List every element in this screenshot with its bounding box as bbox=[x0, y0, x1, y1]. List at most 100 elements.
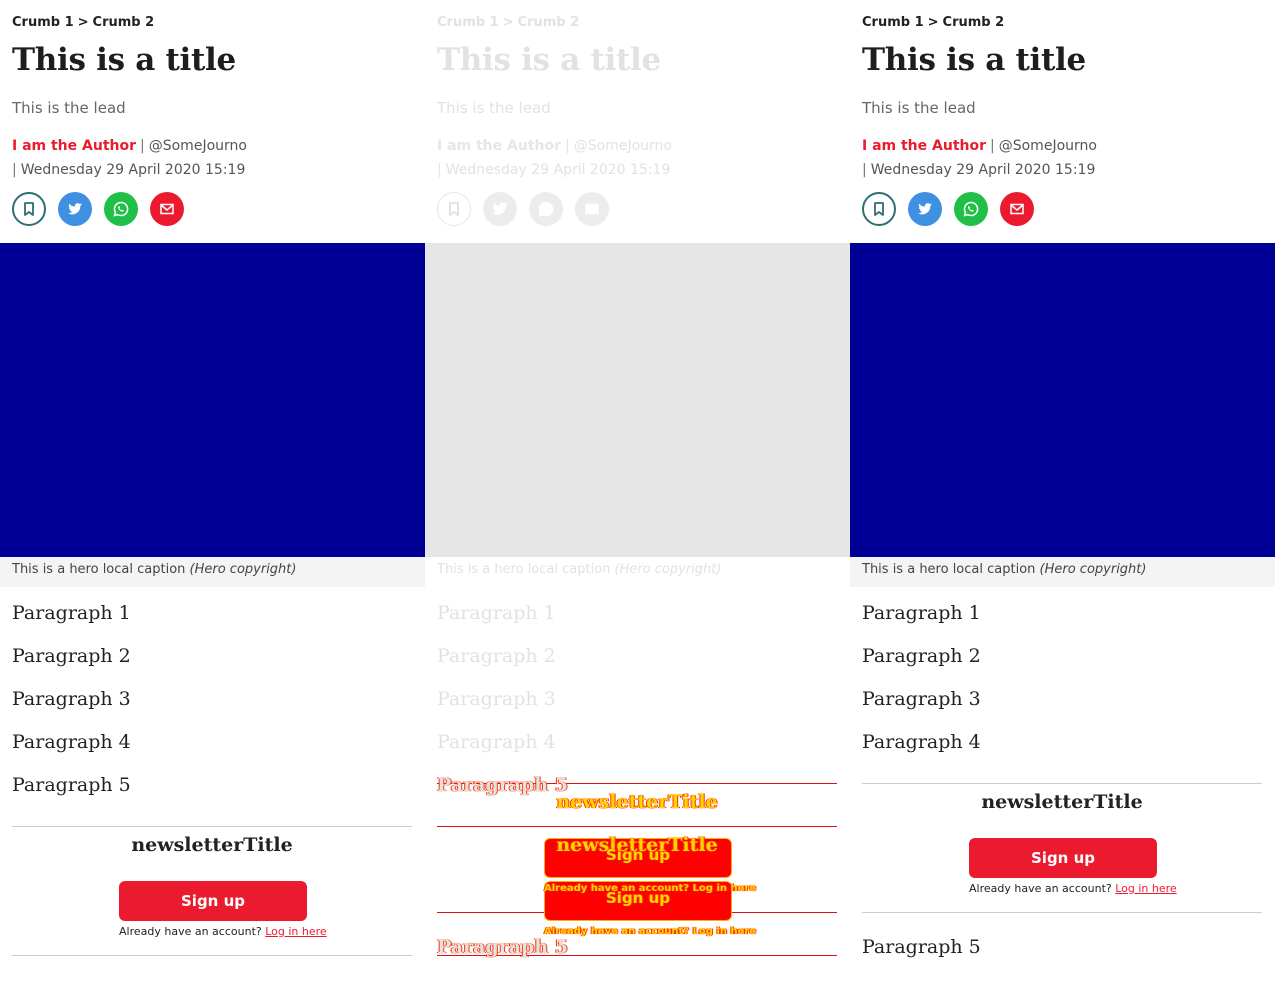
whatsapp-icon bbox=[113, 201, 129, 217]
author-link[interactable]: I am the Author bbox=[437, 138, 561, 154]
paragraph: Paragraph 3 bbox=[12, 688, 131, 710]
whatsapp-share-button[interactable] bbox=[954, 192, 988, 226]
email-icon bbox=[160, 203, 174, 215]
article-variant-2: Crumb 1 > Crumb 2 This is a title This is … bbox=[425, 0, 850, 996]
whatsapp-share-button[interactable] bbox=[529, 192, 563, 226]
divider bbox=[862, 783, 1262, 784]
caption-text: This is a hero local caption bbox=[437, 562, 611, 577]
email-icon bbox=[585, 203, 599, 215]
login-prompt-text: Already have an account? bbox=[544, 883, 690, 894]
caption-text: This is a hero local caption bbox=[862, 562, 1036, 577]
publish-date: Wednesday 29 April 2020 15:19 bbox=[445, 162, 671, 178]
article-lead: This is the lead bbox=[437, 99, 551, 117]
bookmark-button[interactable] bbox=[437, 192, 471, 226]
article-lead: This is the lead bbox=[862, 99, 976, 117]
paragraph: Paragraph 4 bbox=[12, 731, 131, 753]
twitter-share-button[interactable] bbox=[58, 192, 92, 226]
login-prompt-text: Already have an account? bbox=[119, 925, 262, 938]
hero-caption: This is a hero local caption (Hero copyr… bbox=[862, 562, 1146, 577]
paragraph: Paragraph 3 bbox=[437, 688, 556, 710]
paragraph: Paragraph 1 bbox=[12, 602, 131, 624]
byline-separator: | bbox=[437, 162, 442, 178]
breadcrumb-separator: > bbox=[77, 15, 89, 30]
signup-label: Sign up bbox=[606, 846, 670, 864]
byline-separator: | bbox=[140, 138, 145, 154]
bookmark-button[interactable] bbox=[862, 192, 896, 226]
share-bar bbox=[862, 192, 1034, 226]
email-share-button[interactable] bbox=[150, 192, 184, 226]
newsletter-title: newsletterTitle bbox=[131, 834, 293, 856]
publish-date: Wednesday 29 April 2020 15:19 bbox=[20, 162, 246, 178]
article-lead: This is the lead bbox=[12, 99, 126, 117]
email-share-button[interactable] bbox=[1000, 192, 1034, 226]
paragraph: Paragraph 3 bbox=[862, 688, 981, 710]
breadcrumb-item[interactable]: Crumb 2 bbox=[943, 15, 1005, 30]
divider bbox=[862, 912, 1262, 913]
email-share-button[interactable] bbox=[575, 192, 609, 226]
author-handle[interactable]: @SomeJourno bbox=[999, 138, 1097, 154]
breadcrumb-item[interactable]: Crumb 1 bbox=[862, 15, 924, 30]
hero-copyright: (Hero copyright) bbox=[1039, 562, 1147, 577]
byline-separator: | bbox=[990, 138, 995, 154]
login-prompt: Already have an account? Log in here bbox=[544, 883, 756, 894]
divider bbox=[437, 826, 837, 827]
login-link[interactable]: Log in here bbox=[693, 883, 757, 894]
login-link[interactable]: Log in here bbox=[693, 926, 757, 937]
twitter-icon bbox=[918, 203, 932, 215]
newsletter-title: newsletterTitle bbox=[981, 791, 1143, 813]
twitter-share-button[interactable] bbox=[483, 192, 517, 226]
breadcrumb-separator: > bbox=[502, 15, 514, 30]
login-prompt-text: Already have an account? bbox=[969, 882, 1112, 895]
byline-separator: | bbox=[862, 162, 867, 178]
hero-caption: This is a hero local caption (Hero copyr… bbox=[437, 562, 721, 577]
breadcrumb: Crumb 1 > Crumb 2 bbox=[862, 15, 1004, 30]
page-title: This is a title bbox=[437, 42, 661, 78]
login-prompt: Already have an account? Log in here bbox=[544, 926, 756, 937]
breadcrumb: Crumb 1 > Crumb 2 bbox=[12, 15, 154, 30]
breadcrumb-item[interactable]: Crumb 1 bbox=[12, 15, 74, 30]
twitter-share-button[interactable] bbox=[908, 192, 942, 226]
bookmark-icon bbox=[24, 202, 34, 216]
twitter-icon bbox=[492, 202, 508, 215]
hero-image-placeholder bbox=[425, 243, 850, 557]
hero-image bbox=[850, 243, 1275, 557]
signup-button[interactable]: Sign up bbox=[119, 881, 307, 921]
author-link[interactable]: I am the Author bbox=[862, 138, 986, 154]
whatsapp-share-button[interactable] bbox=[104, 192, 138, 226]
share-bar bbox=[12, 192, 184, 226]
paragraph: Paragraph 4 bbox=[437, 731, 556, 753]
hero-copyright: (Hero copyright) bbox=[614, 562, 722, 577]
email-icon bbox=[1010, 203, 1024, 215]
paragraph: Paragraph 1 bbox=[862, 602, 981, 624]
paragraph: Paragraph 1 bbox=[437, 602, 556, 624]
signup-button[interactable]: Sign up bbox=[969, 838, 1157, 878]
paragraph: Paragraph 2 bbox=[12, 645, 131, 667]
login-prompt: Already have an account? Log in here bbox=[969, 882, 1177, 895]
whatsapp-icon bbox=[963, 201, 979, 217]
breadcrumb-item[interactable]: Crumb 2 bbox=[93, 15, 155, 30]
author-handle[interactable]: @SomeJourno bbox=[149, 138, 247, 154]
breadcrumb-separator: > bbox=[927, 15, 939, 30]
hero-caption: This is a hero local caption (Hero copyr… bbox=[12, 562, 296, 577]
newsletter-title: newsletterTitle bbox=[556, 791, 718, 813]
divider bbox=[12, 955, 412, 956]
bookmark-icon bbox=[874, 202, 884, 216]
byline-separator: | bbox=[12, 162, 17, 178]
page-title: This is a title bbox=[12, 42, 236, 78]
login-link[interactable]: Log in here bbox=[265, 925, 326, 938]
divider bbox=[12, 826, 412, 827]
bookmark-icon bbox=[449, 202, 459, 217]
byline: I am the Author | @SomeJourno | Wednesday 2… bbox=[12, 134, 412, 182]
login-link[interactable]: Log in here bbox=[1115, 882, 1176, 895]
article-variant-3: Crumb 1 > Crumb 2 This is a title This is … bbox=[850, 0, 1275, 996]
breadcrumb-item[interactable]: Crumb 1 bbox=[437, 15, 499, 30]
publish-date: Wednesday 29 April 2020 15:19 bbox=[870, 162, 1096, 178]
bookmark-button[interactable] bbox=[12, 192, 46, 226]
author-handle[interactable]: @SomeJourno bbox=[574, 138, 672, 154]
breadcrumb-item[interactable]: Crumb 2 bbox=[518, 15, 580, 30]
byline: I am the Author | @SomeJourno | Wednesday 2… bbox=[862, 134, 1262, 182]
byline-separator: | bbox=[565, 138, 570, 154]
breadcrumb: Crumb 1 > Crumb 2 bbox=[437, 15, 579, 30]
paragraph: Paragraph 5 bbox=[437, 936, 568, 958]
author-link[interactable]: I am the Author bbox=[12, 138, 136, 154]
